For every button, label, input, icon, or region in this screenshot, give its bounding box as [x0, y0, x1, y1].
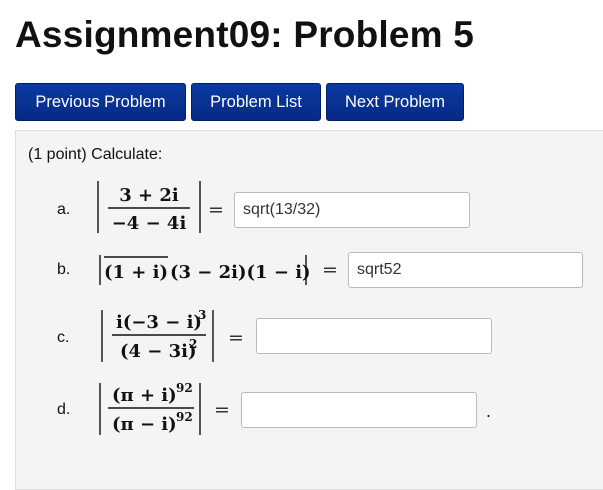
part-a-denominator: −4 − 4i	[112, 213, 187, 234]
part-b-remaining-factors: (3 − 2i)(1 − i)	[170, 262, 311, 283]
part-c-denominator-exponent: 2	[189, 337, 197, 351]
problem-list-button[interactable]: Problem List	[191, 83, 321, 121]
part-a-formula: 3 + 2i −4 − 4i	[97, 181, 201, 234]
part-d-answer-input[interactable]	[241, 392, 477, 428]
part-a-numerator: 3 + 2i	[119, 185, 179, 206]
part-a-label: a.	[57, 201, 71, 218]
part-d-equals: =	[214, 399, 230, 421]
part-c-numerator-exponent: 3	[198, 308, 206, 322]
part-b-conjugate-factor: (1 + i)	[104, 262, 168, 283]
part-d-label: d.	[57, 401, 71, 418]
part-a-equals: =	[208, 199, 224, 221]
part-b-answer-input[interactable]	[348, 252, 583, 288]
part-b-label: b.	[57, 261, 71, 278]
part-d-denominator: (π − i)	[112, 414, 177, 435]
part-c-answer-input[interactable]	[256, 318, 492, 354]
part-b-equals: =	[322, 259, 338, 281]
previous-problem-button[interactable]: Previous Problem	[15, 83, 186, 121]
part-b-formula: (1 + i) (3 − 2i)(1 − i)	[99, 255, 311, 285]
part-c-equals: =	[228, 327, 244, 349]
part-d-trailing-period: .	[486, 401, 492, 421]
problem-box: (1 point) Calculate: a. 3 + 2i −4 − 4i =…	[15, 130, 603, 490]
problem-intro: (1 point) Calculate:	[28, 146, 163, 163]
part-d-formula: (π + i) 92 (π − i) 92	[99, 381, 201, 435]
part-c-formula: i(−3 − i) 3 (4 − 3i) 2	[101, 308, 214, 362]
part-d-denominator-exponent: 92	[176, 410, 193, 424]
page-title: Assignment09: Problem 5	[15, 14, 475, 55]
part-a-answer-input[interactable]	[234, 192, 470, 228]
part-c-denominator: (4 − 3i)	[120, 341, 197, 362]
part-d-numerator-exponent: 92	[176, 381, 193, 395]
next-problem-button[interactable]: Next Problem	[326, 83, 464, 121]
part-c-label: c.	[57, 329, 70, 346]
part-c-numerator: i(−3 − i)	[116, 312, 202, 333]
part-d-numerator: (π + i)	[112, 385, 177, 406]
